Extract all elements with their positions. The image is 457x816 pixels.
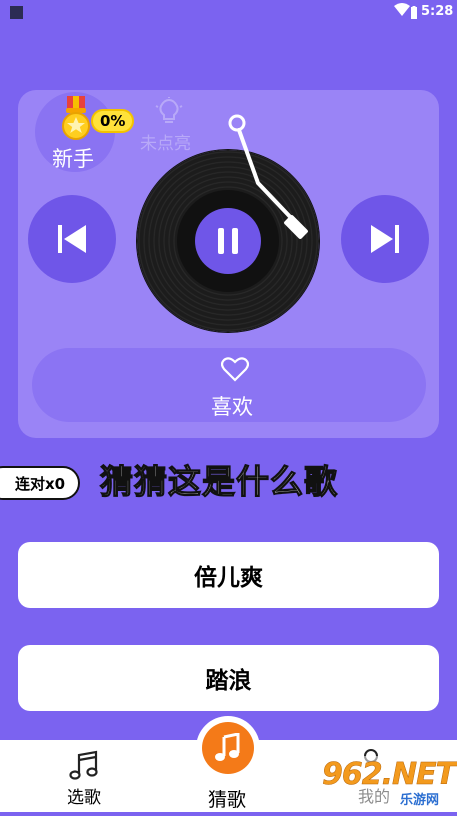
question-title: 猜猜这是什么歌 xyxy=(99,461,338,501)
like-label: 喜欢 xyxy=(211,395,253,419)
streak-counter: 连对x0 xyxy=(0,466,80,500)
music-note-icon[interactable] xyxy=(68,750,100,782)
status-time: 5:28 xyxy=(421,4,454,19)
medal-icon xyxy=(62,96,90,140)
music-note-icon xyxy=(215,733,240,761)
answer-option-2[interactable]: 踏浪 xyxy=(18,645,439,711)
hint-label: 未点亮 xyxy=(140,134,191,154)
pause-icon xyxy=(218,228,238,254)
level-label: 新手 xyxy=(52,147,94,171)
battery-icon xyxy=(411,6,417,19)
tab-select-song[interactable]: 选歌 xyxy=(67,783,101,808)
watermark-brand: 962.NET xyxy=(322,757,457,793)
wifi-icon xyxy=(394,3,410,16)
center-tab-inner xyxy=(202,722,254,774)
tab-guess-song-button[interactable] xyxy=(196,716,260,780)
bulb-icon[interactable] xyxy=(154,97,184,127)
prev-icon xyxy=(58,225,86,253)
status-bar: 5:28 xyxy=(0,0,457,26)
watermark-site: 乐游网 xyxy=(400,793,440,808)
pause-button[interactable] xyxy=(195,208,261,274)
notification-icon xyxy=(10,6,23,19)
next-button[interactable] xyxy=(341,195,429,283)
answer-option-1[interactable]: 倍儿爽 xyxy=(18,542,439,608)
next-icon xyxy=(371,225,399,253)
tab-guess-song[interactable]: 猜歌 xyxy=(208,785,246,812)
progress-percent-badge: 0% xyxy=(91,109,135,133)
heart-icon xyxy=(221,357,249,382)
previous-button[interactable] xyxy=(28,195,116,283)
